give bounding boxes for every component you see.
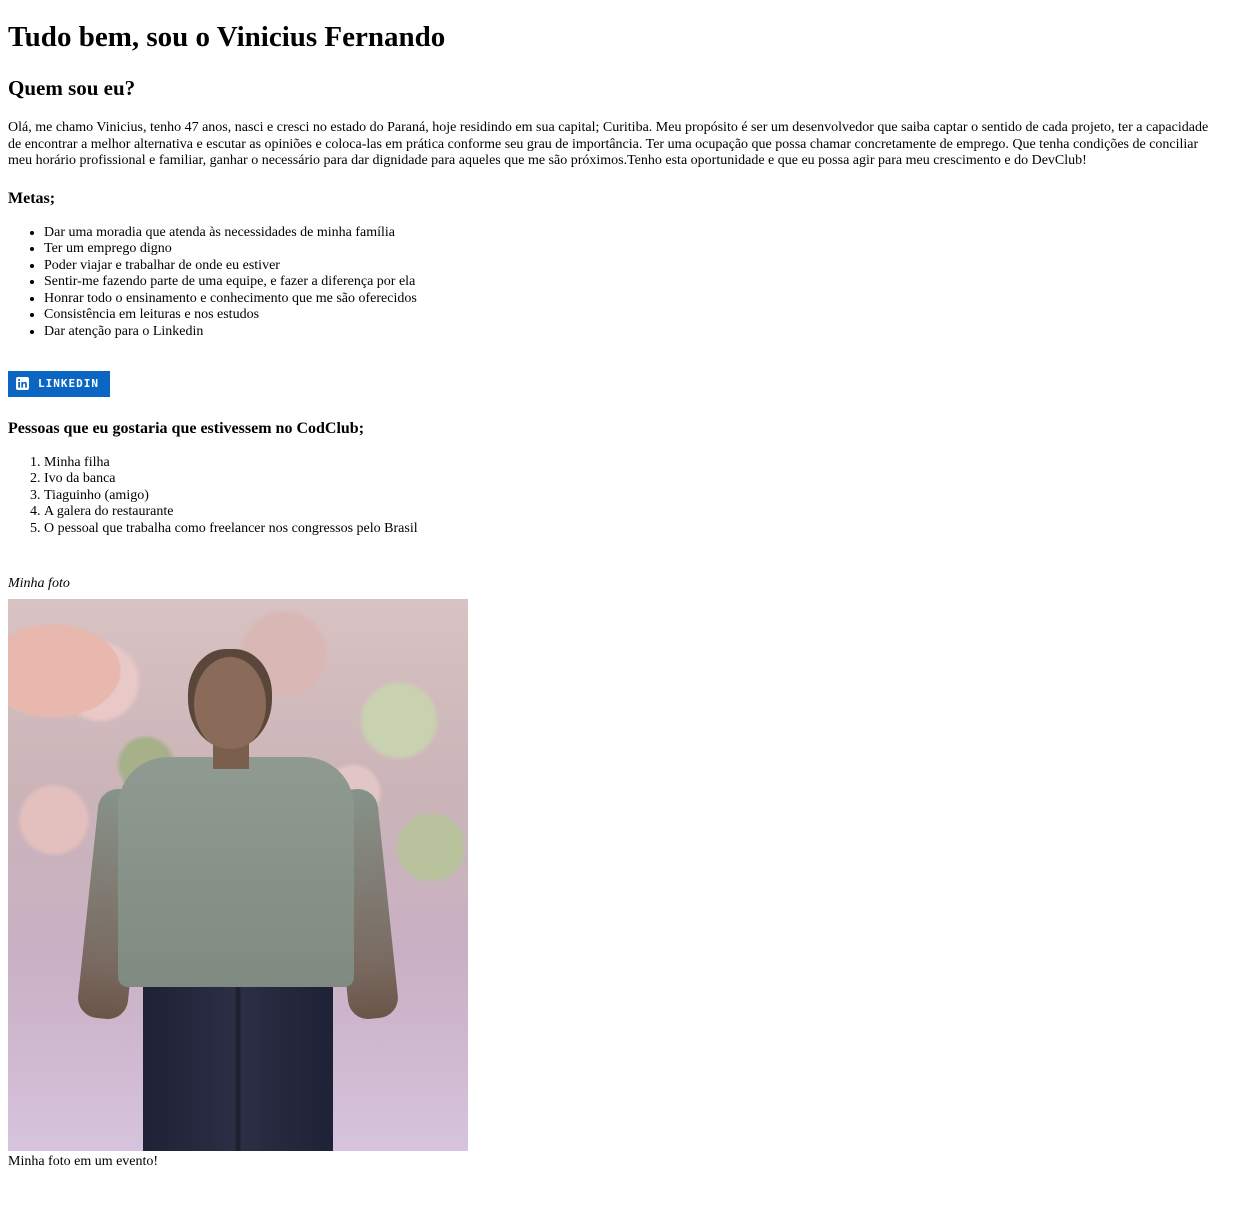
list-item: Dar uma moradia que atenda às necessidad…: [44, 225, 1226, 242]
about-heading: Quem sou eu?: [8, 76, 136, 100]
photo-figure: Minha foto Minha foto em um evento!: [8, 576, 1226, 1170]
list-item: Consistência em leituras e nos estudos: [44, 307, 1226, 324]
photo-legs: [143, 978, 333, 1151]
list-item: Poder viajar e trabalhar de onde eu esti…: [44, 258, 1226, 275]
list-item: Sentir-me fazendo parte de uma equipe, e…: [44, 274, 1226, 291]
about-text: Olá, me chamo Vinicius, tenho 47 anos, n…: [8, 120, 1209, 168]
list-item: Honrar todo o ensinamento e conhecimento…: [44, 291, 1226, 308]
list-item: A galera do restaurante: [44, 504, 1226, 521]
photo-caption: Minha foto em um evento!: [8, 1153, 159, 1169]
profile-photo: [8, 598, 468, 1151]
people-heading: Pessoas que eu gostaria que estivessem n…: [8, 419, 365, 437]
photo-hand-shape: [8, 598, 158, 719]
list-item: Dar atenção para o Linkedin: [44, 324, 1226, 341]
goals-heading: Metas;: [8, 189, 56, 207]
list-item: Minha filha: [44, 455, 1226, 472]
list-item: O pessoal que trabalha como freelancer n…: [44, 521, 1226, 538]
page: Tudo bem, sou o Vinicius Fernando Quem s…: [0, 19, 1234, 1170]
list-item: Ivo da banca: [44, 471, 1226, 488]
linkedin-button[interactable]: LINKEDIN: [8, 370, 110, 397]
linkedin-badge-container: LINKEDIN: [8, 370, 1226, 397]
goals-list: Dar uma moradia que atenda às necessidad…: [8, 225, 1226, 341]
list-item: Ter um emprego digno: [44, 241, 1226, 258]
linkedin-icon: [16, 377, 29, 391]
list-item: Tiaguinho (amigo): [44, 488, 1226, 505]
photo-head: [188, 648, 272, 749]
photo-label: Minha foto: [8, 575, 70, 591]
page-title: Tudo bem, sou o Vinicius Fernando: [8, 21, 446, 53]
people-list: Minha filha Ivo da banca Tiaguinho (amig…: [8, 455, 1226, 538]
photo-shirt: [118, 756, 354, 987]
linkedin-label: LINKEDIN: [38, 377, 99, 391]
